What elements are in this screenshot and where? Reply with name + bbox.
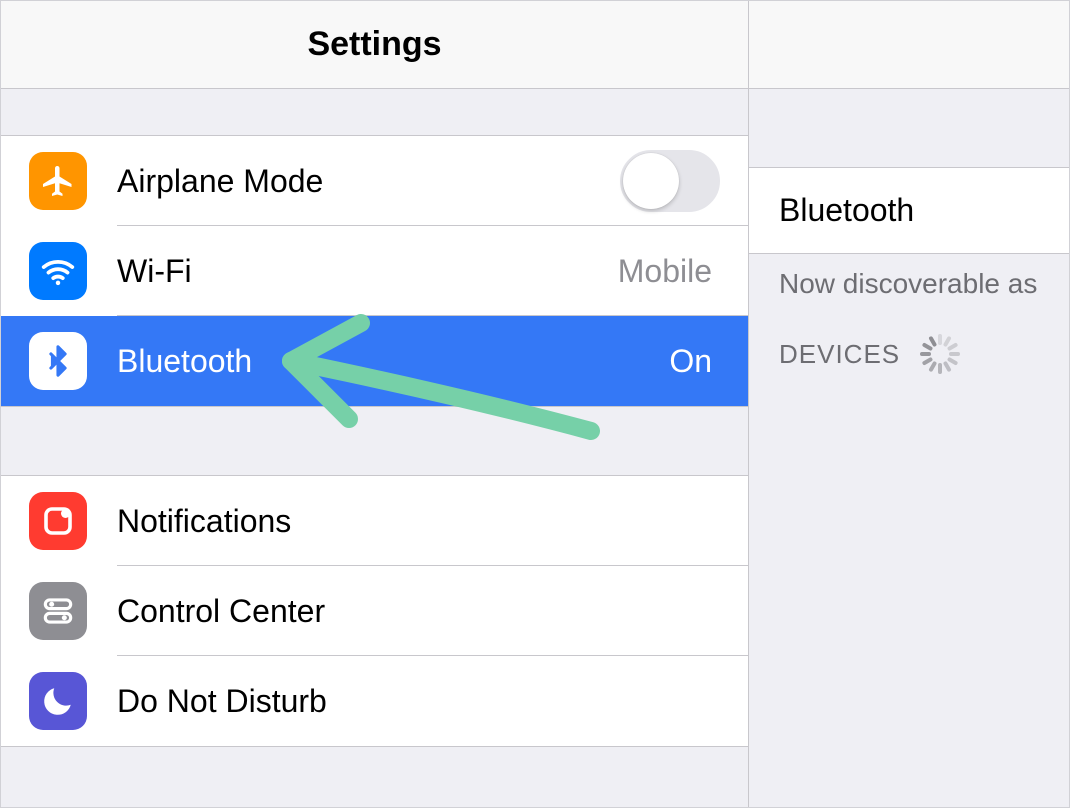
devices-section-header: DEVICES [749, 334, 1069, 374]
detail-pane: Bluetooth Now discoverable as DEVICES [749, 1, 1069, 807]
bluetooth-label: Bluetooth [117, 343, 252, 380]
row-do-not-disturb[interactable]: Do Not Disturb [1, 656, 748, 746]
do-not-disturb-icon [29, 672, 87, 730]
page-title: Settings [307, 25, 441, 64]
row-notifications[interactable]: Notifications [1, 476, 748, 566]
bluetooth-value: On [669, 343, 712, 380]
detail-bluetooth-row[interactable]: Bluetooth [749, 167, 1069, 254]
control-center-icon [29, 582, 87, 640]
notifications-icon [29, 492, 87, 550]
section-gap [1, 407, 748, 475]
section-gap [1, 89, 748, 135]
detail-header [749, 1, 1069, 89]
detail-title: Bluetooth [779, 192, 914, 228]
row-airplane-mode[interactable]: Airplane Mode [1, 136, 748, 226]
settings-sidebar: Settings Airplane Mode Wi-Fi [1, 1, 749, 807]
wifi-label: Wi-Fi [117, 253, 192, 290]
row-wifi[interactable]: Wi-Fi Mobile [1, 226, 748, 316]
airplane-toggle[interactable] [620, 150, 720, 212]
airplane-label: Airplane Mode [117, 163, 323, 200]
settings-group-connectivity: Airplane Mode Wi-Fi Mobile Bluetooth [1, 135, 748, 407]
discoverable-text: Now discoverable as [749, 254, 1069, 334]
notifications-label: Notifications [117, 503, 291, 540]
spinner-icon [920, 334, 960, 374]
bluetooth-icon [29, 332, 87, 390]
devices-title: DEVICES [779, 339, 900, 370]
row-bluetooth[interactable]: Bluetooth On [1, 316, 748, 406]
row-control-center[interactable]: Control Center [1, 566, 748, 656]
section-gap [749, 89, 1069, 167]
control-center-label: Control Center [117, 593, 325, 630]
settings-group-system: Notifications Control Center Do Not Dist… [1, 475, 748, 747]
dnd-label: Do Not Disturb [117, 683, 327, 720]
airplane-icon [29, 152, 87, 210]
sidebar-header: Settings [1, 1, 748, 89]
settings-screen: Settings Airplane Mode Wi-Fi [0, 0, 1070, 808]
wifi-icon [29, 242, 87, 300]
wifi-value: Mobile [618, 253, 712, 290]
